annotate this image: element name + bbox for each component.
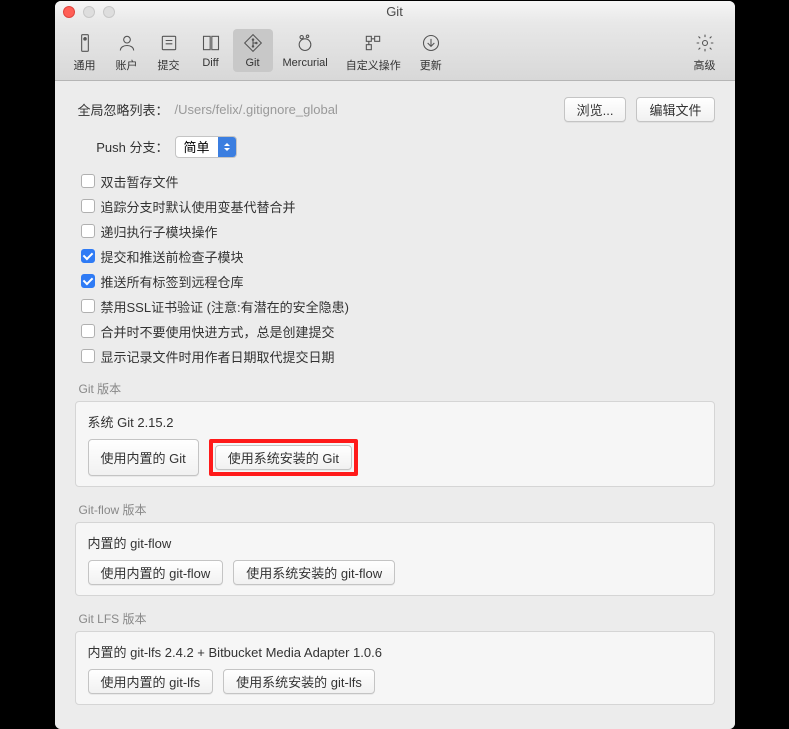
- window-title: Git: [63, 4, 727, 19]
- checkbox[interactable]: [81, 224, 95, 238]
- use-system-gitlfs-button[interactable]: 使用系统安装的 git-lfs: [223, 669, 375, 694]
- git-icon: [242, 32, 264, 54]
- push-branch-select[interactable]: 简单: [175, 136, 237, 158]
- push-branch-label: Push 分支：: [75, 137, 175, 156]
- close-button[interactable]: [63, 6, 75, 18]
- tab-general[interactable]: 通用: [65, 29, 105, 76]
- browse-button[interactable]: 浏览...: [564, 97, 627, 122]
- gitlfs-section-title: Git LFS 版本: [79, 610, 715, 627]
- maximize-button[interactable]: [103, 6, 115, 18]
- download-icon: [420, 32, 442, 54]
- checkbox-label: 显示记录文件时用作者日期取代提交日期: [101, 347, 335, 366]
- minimize-button[interactable]: [83, 6, 95, 18]
- tab-label: 更新: [420, 57, 442, 73]
- use-embedded-gitlfs-button[interactable]: 使用内置的 git-lfs: [88, 669, 214, 694]
- tab-advanced[interactable]: 高级: [685, 29, 725, 76]
- git-version-box: 系统 Git 2.15.2 使用内置的 Git 使用系统安装的 Git: [75, 401, 715, 487]
- tab-custom-actions[interactable]: 自定义操作: [338, 29, 409, 76]
- tab-diff[interactable]: Diff: [191, 29, 231, 72]
- use-system-git-button[interactable]: 使用系统安装的 Git: [215, 445, 352, 470]
- gear-icon: [694, 32, 716, 54]
- titlebar: Git: [55, 1, 735, 23]
- general-icon: [74, 32, 96, 54]
- tab-label: 高级: [694, 57, 716, 73]
- tab-label: Diff: [202, 57, 218, 69]
- checkbox-row[interactable]: 追踪分支时默认使用变基代替合并: [81, 197, 715, 216]
- git-section-title: Git 版本: [79, 380, 715, 397]
- use-embedded-gitflow-button[interactable]: 使用内置的 git-flow: [88, 560, 224, 585]
- checkbox-label: 递归执行子模块操作: [101, 222, 218, 241]
- select-arrows-icon: [218, 137, 236, 157]
- push-branch-row: Push 分支： 简单: [75, 136, 715, 158]
- preferences-window: Git 通用 账户 提交 Diff Git Mercurial 自定义操作: [55, 1, 735, 729]
- checkbox-label: 双击暂存文件: [101, 172, 179, 191]
- git-version-status: 系统 Git 2.15.2: [88, 412, 702, 431]
- checkbox[interactable]: [81, 324, 95, 338]
- checkbox[interactable]: [81, 174, 95, 188]
- tab-mercurial[interactable]: Mercurial: [275, 29, 336, 72]
- tab-commit[interactable]: 提交: [149, 29, 189, 76]
- checkbox[interactable]: [81, 199, 95, 213]
- toolbar: 通用 账户 提交 Diff Git Mercurial 自定义操作 更新: [55, 23, 735, 81]
- ignore-list-row: 全局忽略列表： /Users/felix/.gitignore_global 浏…: [75, 97, 715, 122]
- gitflow-section-title: Git-flow 版本: [79, 501, 715, 518]
- checkbox-row[interactable]: 提交和推送前检查子模块: [81, 247, 715, 266]
- checkbox-label: 合并时不要使用快进方式，总是创建提交: [101, 322, 335, 341]
- checkbox[interactable]: [81, 349, 95, 363]
- checkbox-label: 提交和推送前检查子模块: [101, 247, 244, 266]
- tab-label: 账户: [116, 57, 138, 73]
- gitlfs-version-status: 内置的 git-lfs 2.4.2 + Bitbucket Media Adap…: [88, 642, 702, 661]
- diff-icon: [200, 32, 222, 54]
- checkbox-label: 推送所有标签到远程仓库: [101, 272, 244, 291]
- checkbox-row[interactable]: 禁用SSL证书验证 (注意:有潜在的安全隐患): [81, 297, 715, 316]
- custom-actions-icon: [362, 32, 384, 54]
- tab-updates[interactable]: 更新: [411, 29, 451, 76]
- tab-label: 自定义操作: [346, 57, 401, 73]
- ignore-list-path: /Users/felix/.gitignore_global: [175, 102, 338, 117]
- tab-label: Git: [245, 57, 259, 69]
- content-area: 全局忽略列表： /Users/felix/.gitignore_global 浏…: [55, 81, 735, 729]
- tab-accounts[interactable]: 账户: [107, 29, 147, 76]
- checkbox[interactable]: [81, 249, 95, 263]
- checkbox-label: 追踪分支时默认使用变基代替合并: [101, 197, 296, 216]
- user-icon: [116, 32, 138, 54]
- checkbox-row[interactable]: 显示记录文件时用作者日期取代提交日期: [81, 347, 715, 366]
- commit-icon: [158, 32, 180, 54]
- gitlfs-version-box: 内置的 git-lfs 2.4.2 + Bitbucket Media Adap…: [75, 631, 715, 705]
- checkbox-row[interactable]: 双击暂存文件: [81, 172, 715, 191]
- highlighted-button-annotation: 使用系统安装的 Git: [209, 439, 358, 476]
- checkbox-row[interactable]: 合并时不要使用快进方式，总是创建提交: [81, 322, 715, 341]
- tab-label: Mercurial: [283, 57, 328, 69]
- checkbox[interactable]: [81, 274, 95, 288]
- tab-label: 通用: [74, 57, 96, 73]
- mercurial-icon: [294, 32, 316, 54]
- ignore-list-label: 全局忽略列表：: [75, 100, 175, 119]
- checkbox-label: 禁用SSL证书验证 (注意:有潜在的安全隐患): [101, 297, 349, 316]
- checkbox-row[interactable]: 推送所有标签到远程仓库: [81, 272, 715, 291]
- gitflow-version-status: 内置的 git-flow: [88, 533, 702, 552]
- checkbox[interactable]: [81, 299, 95, 313]
- use-embedded-git-button[interactable]: 使用内置的 Git: [88, 439, 199, 476]
- gitflow-version-box: 内置的 git-flow 使用内置的 git-flow 使用系统安装的 git-…: [75, 522, 715, 596]
- use-system-gitflow-button[interactable]: 使用系统安装的 git-flow: [233, 560, 395, 585]
- tab-git[interactable]: Git: [233, 29, 273, 72]
- traffic-lights: [63, 6, 115, 18]
- tab-label: 提交: [158, 57, 180, 73]
- push-branch-value: 简单: [176, 137, 218, 156]
- checkbox-row[interactable]: 递归执行子模块操作: [81, 222, 715, 241]
- edit-file-button[interactable]: 编辑文件: [636, 97, 714, 122]
